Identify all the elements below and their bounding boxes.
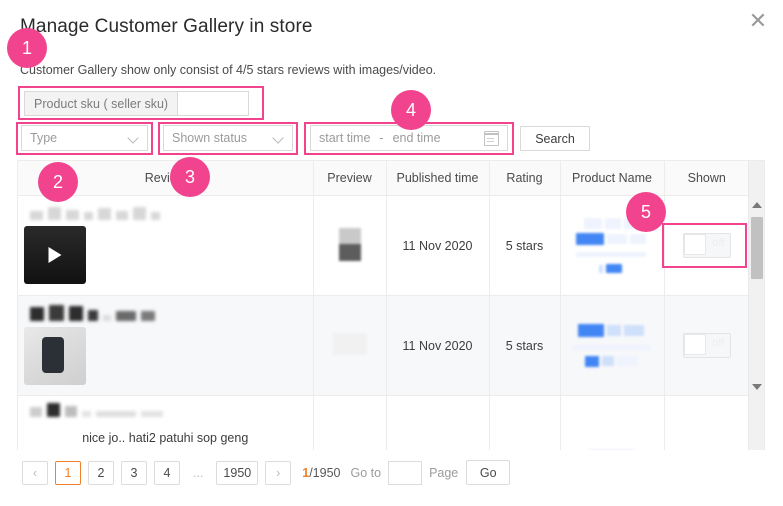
modal-subtitle: Customer Gallery show only consist of 4/… [20,63,437,77]
pagination-total-pages: 1950 [312,465,341,480]
rating-cell: 5 stars [489,295,561,396]
pagination-page-1[interactable]: 1 [55,460,81,485]
page-label: Page [429,465,459,480]
pagination-last-page[interactable]: 1950 [216,460,259,485]
review-text: nice jo.. hati2 patuhi sop geng [82,431,249,445]
review-cell [18,295,314,396]
toggle-state-label: off [712,237,725,249]
column-header-preview: Preview [313,161,387,196]
product-sku-label: Product sku ( seller sku) [24,91,179,116]
toggle-state-label: off [712,337,725,349]
manage-customer-gallery-modal: ✕ Manage Customer Gallery in store Custo… [0,0,783,506]
scroll-down-button[interactable] [749,379,764,395]
redacted-review-text [24,206,307,220]
published-time-cell [386,395,490,450]
pagination-page-3[interactable]: 3 [121,460,147,485]
goto-label: Go to [350,465,382,480]
preview-cell [313,195,387,296]
preview-thumbnail[interactable] [332,333,367,355]
reviews-table: Review Preview Published time Rating Pro… [17,160,765,450]
rating-cell [489,395,561,450]
type-select[interactable]: Type [21,125,148,151]
product-name-cell [560,195,665,296]
caret-down-icon [752,384,762,390]
close-icon[interactable]: ✕ [745,8,771,34]
shown-toggle[interactable]: off [682,233,731,258]
rating-cell: 5 stars [489,195,561,296]
pagination-next[interactable]: › [265,460,292,485]
shown-cell: off [664,295,749,396]
published-time-cell: 11 Nov 2020 [386,295,490,396]
chevron-down-icon [129,133,139,143]
start-time-placeholder: start time [319,131,371,145]
goto-page-input[interactable] [388,460,423,485]
shown-cell: off [664,195,749,296]
pagination-ellipsis: ... [193,465,204,480]
column-header-shown: Shown [664,161,749,196]
type-select-label: Type [30,131,58,145]
shown-cell: on [664,395,749,450]
date-range-separator: - [379,131,384,145]
pagination: ‹ 1 2 3 4 ... 1950 › 1/1950 Go to Page G… [22,460,511,485]
table-vertical-scrollbar[interactable] [748,161,764,450]
page-title: Manage Customer Gallery in store [20,16,313,37]
toggle-knob [683,234,706,255]
table-row: 11 Nov 2020 5 stars off [18,195,749,296]
search-button[interactable]: Search [520,126,590,151]
pagination-page-2[interactable]: 2 [88,460,114,485]
caret-up-icon [752,202,762,208]
column-header-review: Review [18,161,314,196]
scroll-up-button[interactable] [749,197,764,213]
redacted-product-name[interactable] [571,323,653,367]
shown-status-select[interactable]: Shown status [163,125,293,151]
chevron-down-icon [274,133,284,143]
redacted-review-text [24,305,307,321]
end-time-placeholder: end time [392,131,441,145]
review-cell: nice jo.. hati2 patuhi sop geng [18,395,314,450]
product-name-cell [560,395,665,450]
redacted-review-text [24,403,307,417]
toggle-knob [683,334,706,355]
redacted-product-name[interactable] [579,444,645,450]
preview-cell [313,395,387,450]
review-video-thumbnail[interactable] [24,225,86,284]
product-name-cell [560,295,665,396]
table-header-row: Review Preview Published time Rating Pro… [18,161,749,196]
pagination-counter: 1/1950 [302,466,340,480]
table-row: nice jo.. hati2 patuhi sop geng [18,395,749,450]
pagination-page-4[interactable]: 4 [154,460,180,485]
published-time-cell: 11 Nov 2020 [386,195,490,296]
product-sku-input[interactable] [178,91,250,116]
column-header-rating: Rating [489,161,561,196]
preview-thumbnail[interactable] [338,227,361,261]
column-header-product-name: Product Name [560,161,665,196]
shown-status-select-label: Shown status [172,131,248,145]
go-button[interactable]: Go [466,460,511,485]
annotation-badge-4: 4 [391,90,431,130]
table-row: 11 Nov 2020 5 stars off [18,295,749,396]
date-range-picker[interactable]: start time - end time [310,125,508,151]
shown-toggle[interactable]: off [682,333,731,358]
scrollbar-thumb[interactable] [751,217,763,279]
pagination-prev[interactable]: ‹ [22,460,48,485]
calendar-icon [483,130,500,146]
redacted-product-name[interactable] [575,216,649,275]
review-cell [18,195,314,296]
review-photo-thumbnail[interactable] [24,327,86,385]
preview-cell [313,295,387,396]
product-sku-filter: Product sku ( seller sku) [24,91,250,116]
column-header-published-time: Published time [386,161,490,196]
